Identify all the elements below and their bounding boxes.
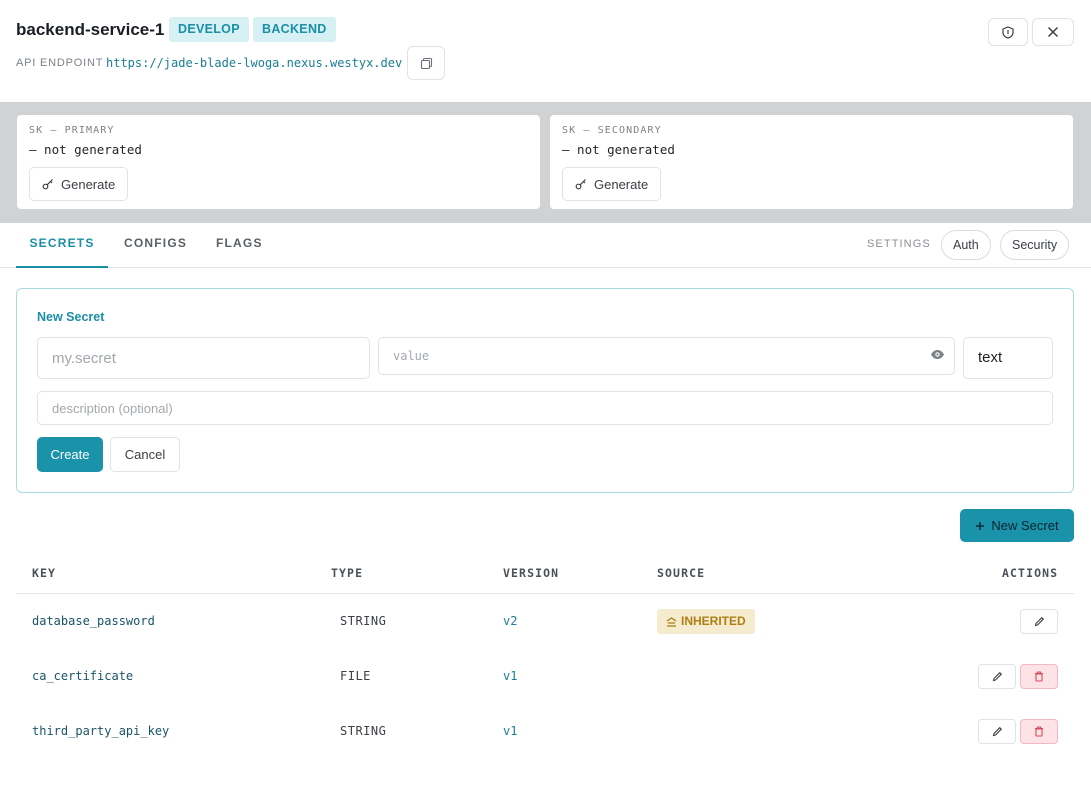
row-type: STRING — [340, 614, 387, 628]
close-icon — [1047, 26, 1059, 38]
table-row: third_party_api_key STRING v1 — [16, 704, 1074, 759]
key-icon — [575, 179, 586, 190]
page-header: backend-service-1 DEVELOP BACKEND API EN… — [0, 0, 1091, 102]
column-version: VERSION — [503, 566, 560, 580]
row-version: v1 — [503, 724, 518, 738]
row-version: v1 — [503, 669, 518, 683]
secondary-key-card: SK — SECONDARY — not generated Generate — [549, 114, 1074, 210]
delete-button[interactable] — [1020, 664, 1058, 689]
row-type: STRING — [340, 724, 387, 738]
shield-icon — [1002, 25, 1014, 39]
generate-primary-label: Generate — [61, 176, 116, 192]
edit-icon — [1034, 616, 1044, 627]
generate-secondary-button[interactable]: Generate — [562, 167, 662, 201]
endpoint-label: API ENDPOINT — [16, 57, 104, 69]
create-button[interactable]: Create — [37, 437, 103, 472]
keys-panel: SK — PRIMARY — not generated Generate SK… — [0, 102, 1091, 223]
secret-key-input[interactable] — [37, 337, 370, 379]
eye-icon[interactable] — [930, 349, 945, 360]
primary-key-label: SK — PRIMARY — [29, 125, 115, 136]
generate-secondary-label: Generate — [594, 176, 649, 192]
primary-key-value: — not generated — [29, 142, 142, 157]
env-tag-backend: BACKEND — [253, 17, 336, 42]
table-header: KEY TYPE VERSION SOURCE ACTIONS — [16, 552, 1074, 594]
copy-endpoint-button[interactable] — [407, 46, 445, 80]
inherited-icon — [666, 616, 677, 627]
tab-configs[interactable]: CONFIGS — [124, 223, 187, 268]
settings-security-button[interactable]: Security — [1000, 230, 1070, 260]
endpoint-url[interactable]: https://jade-blade-lwoga.nexus.westyx.de… — [106, 56, 402, 70]
page-title: backend-service-1 — [16, 20, 165, 39]
key-icon — [42, 179, 53, 190]
delete-button[interactable] — [1020, 719, 1058, 744]
security-button[interactable] — [988, 18, 1028, 46]
trash-icon — [1035, 671, 1043, 682]
generate-primary-button[interactable]: Generate — [29, 167, 129, 201]
tab-bar: SECRETS CONFIGS FLAGS SETTINGS Auth Secu… — [0, 223, 1091, 268]
close-button[interactable] — [1032, 18, 1074, 46]
cancel-button[interactable]: Cancel — [110, 437, 180, 472]
edit-button[interactable] — [978, 664, 1016, 689]
column-key: KEY — [32, 566, 57, 580]
edit-button[interactable] — [1020, 609, 1058, 634]
secret-value-input[interactable] — [378, 337, 955, 375]
tab-flags[interactable]: FLAGS — [216, 223, 263, 268]
edit-icon — [992, 726, 1002, 737]
row-key: ca_certificate — [32, 669, 134, 683]
copy-icon — [420, 57, 432, 69]
table-row: database_password STRING v2 INHERITED — [16, 594, 1074, 649]
primary-key-card: SK — PRIMARY — not generated Generate — [16, 114, 541, 210]
edit-button[interactable] — [978, 719, 1016, 744]
settings-label: SETTINGS — [867, 238, 931, 250]
plus-icon — [976, 521, 985, 530]
tab-secrets[interactable]: SECRETS — [16, 223, 108, 268]
secret-type-select[interactable]: text — [963, 337, 1053, 379]
secondary-key-label: SK — SECONDARY — [562, 125, 662, 136]
new-secret-button[interactable]: New Secret — [960, 509, 1074, 542]
form-title: New Secret — [37, 310, 105, 324]
row-key: third_party_api_key — [32, 724, 170, 738]
inherited-label: INHERITED — [681, 614, 746, 628]
secret-description-input[interactable] — [37, 391, 1053, 425]
new-secret-form: New Secret text Create Cancel — [16, 288, 1074, 493]
column-actions: ACTIONS — [1002, 566, 1059, 580]
new-secret-label: New Secret — [991, 518, 1059, 533]
settings-auth-button[interactable]: Auth — [941, 230, 991, 260]
env-tag-develop: DEVELOP — [169, 17, 249, 42]
row-type: FILE — [340, 669, 371, 683]
row-key: database_password — [32, 614, 155, 628]
trash-icon — [1035, 726, 1043, 737]
secondary-key-value: — not generated — [562, 142, 675, 157]
column-source: SOURCE — [657, 566, 706, 580]
column-type: TYPE — [331, 566, 364, 580]
edit-icon — [992, 671, 1002, 682]
table-row: ca_certificate FILE v1 — [16, 649, 1074, 704]
inherited-badge: INHERITED — [657, 609, 755, 634]
row-version: v2 — [503, 614, 518, 628]
